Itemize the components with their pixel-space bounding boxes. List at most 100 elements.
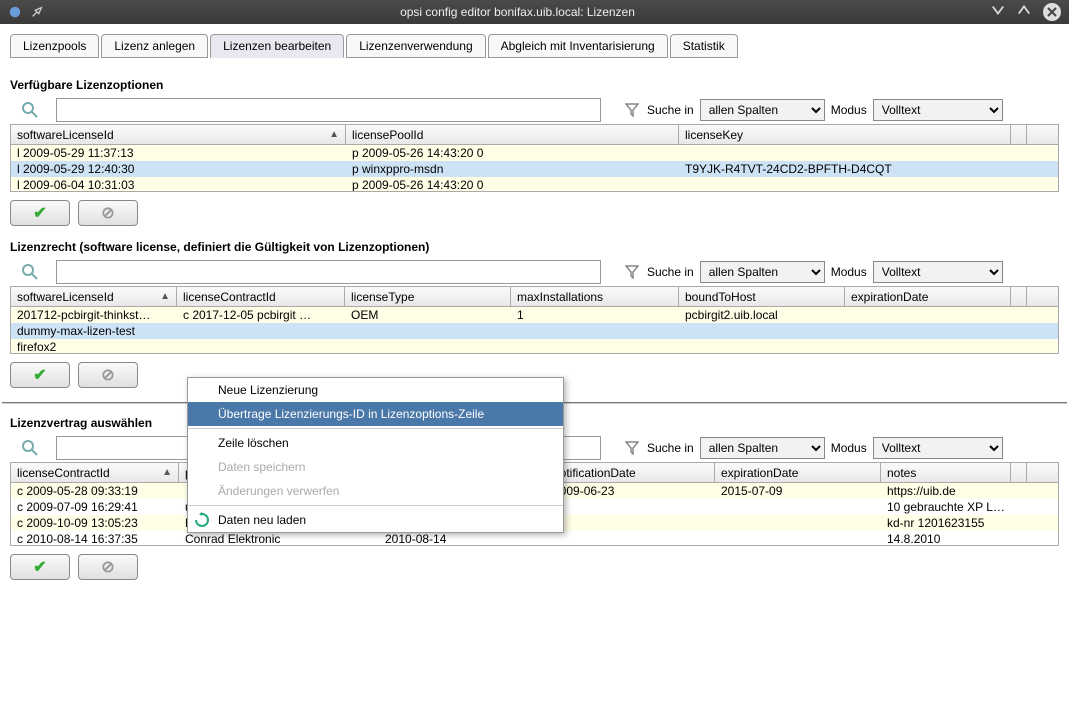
table-row[interactable]: l 2009-05-29 12:40:30p winxppro-msdnT9YJ… <box>11 161 1058 177</box>
cancel-button[interactable]: ⊘ <box>78 554 138 580</box>
check-icon: ✔ <box>33 557 46 577</box>
col-notes[interactable]: notes <box>881 463 1011 482</box>
col-softwareLicenseId[interactable]: softwareLicenseId▲ <box>11 125 346 144</box>
context-menu: Neue Lizenzierung Übertrage Lizenzierungs… <box>187 377 564 533</box>
search-column-select[interactable]: allen Spalten <box>700 437 825 459</box>
confirm-button[interactable]: ✔ <box>10 362 70 388</box>
col-softwareLicenseId[interactable]: softwareLicenseId▲ <box>11 287 177 306</box>
cell: Conrad Elektronic <box>179 531 379 545</box>
tab-statistik[interactable]: Statistik <box>670 34 738 58</box>
cancel-icon: ⊘ <box>101 557 114 577</box>
cell: firefox2 <box>11 339 177 353</box>
cancel-button[interactable]: ⊘ <box>78 362 138 388</box>
pin-icon[interactable] <box>30 5 44 19</box>
tab-lizenzen-bearbeiten[interactable]: Lizenzen bearbeiten <box>210 34 344 58</box>
cancel-icon: ⊘ <box>101 203 114 223</box>
cancel-button[interactable]: ⊘ <box>78 200 138 226</box>
context-menu-label: Daten speichern <box>218 460 305 474</box>
app-icon <box>8 5 22 19</box>
search-in-label: Suche in <box>647 441 694 455</box>
context-menu-label: Daten neu laden <box>218 513 306 527</box>
search-column-select[interactable]: allen Spalten <box>700 261 825 283</box>
filter-input-options[interactable] <box>56 98 601 122</box>
cell: dummy-max-lizen-test <box>11 323 177 339</box>
col-licenseContractId[interactable]: licenseContractId▲ <box>11 463 179 482</box>
cell: c 2010-08-14 16:37:35 <box>11 531 179 545</box>
cell: p 2009-05-26 14:43:20 0 <box>346 177 679 191</box>
license-table: softwareLicenseId▲ licenseContractId lic… <box>10 286 1059 354</box>
funnel-icon[interactable] <box>623 439 641 457</box>
table-row[interactable]: c 2010-08-14 16:37:35Conrad Elektronic20… <box>11 531 1058 545</box>
table-row[interactable]: firefox2 <box>11 339 1058 353</box>
context-menu-item[interactable]: Neue Lizenzierung <box>188 378 563 402</box>
cell <box>715 506 881 508</box>
maximize-icon[interactable] <box>1017 3 1031 17</box>
col-notificationDate[interactable]: notificationDate <box>547 463 715 482</box>
cell: pcbirgit2.uib.local <box>679 307 845 323</box>
search-icon[interactable] <box>10 436 50 460</box>
context-menu-item: Daten speichern <box>188 455 563 479</box>
context-menu-separator <box>188 505 563 506</box>
col-licenseType[interactable]: licenseType <box>345 287 511 306</box>
table-row[interactable]: 201712-pcbirgit-thinkst…c 2017-12-05 pcb… <box>11 307 1058 323</box>
context-menu-label: Übertrage Lizenzierungs-ID in Lizenzopti… <box>218 407 484 421</box>
funnel-icon[interactable] <box>623 263 641 281</box>
cell <box>547 506 715 508</box>
check-icon: ✔ <box>33 203 46 223</box>
check-icon: ✔ <box>33 365 46 385</box>
tab-abgleich-mit-inventarisierung[interactable]: Abgleich mit Inventarisierung <box>488 34 668 58</box>
cell <box>177 346 345 348</box>
col-maxInstallations[interactable]: maxInstallations <box>511 287 679 306</box>
cell: c 2017-12-05 pcbirgit … <box>177 307 345 323</box>
cell: l 2009-06-04 10:31:03 <box>11 177 346 191</box>
filter-input-license[interactable] <box>56 260 601 284</box>
cell: c 2009-10-09 13:05:23 <box>11 515 179 531</box>
cell: c 2009-05-28 09:33:19 <box>11 483 179 499</box>
cell <box>345 346 511 348</box>
search-mode-select[interactable]: Volltext <box>873 261 1003 283</box>
cell: 2015-07-09 <box>715 483 881 499</box>
cell: c 2009-07-09 16:29:41 <box>11 499 179 515</box>
col-expirationDate[interactable]: expirationDate <box>845 287 1011 306</box>
cell <box>845 314 1011 316</box>
mode-label: Modus <box>831 103 867 117</box>
tab-bar: LizenzpoolsLizenz anlegenLizenzen bearbe… <box>10 34 1059 58</box>
context-menu-label: Zeile löschen <box>218 436 289 450</box>
col-boundToHost[interactable]: boundToHost <box>679 287 845 306</box>
search-column-select[interactable]: allen Spalten <box>700 99 825 121</box>
col-licenseKey[interactable]: licenseKey <box>679 125 1011 144</box>
cell: OEM <box>345 307 511 323</box>
context-menu-item[interactable]: Übertrage Lizenzierungs-ID in Lizenzopti… <box>188 402 563 426</box>
search-mode-select[interactable]: Volltext <box>873 99 1003 121</box>
tab-lizenz-anlegen[interactable]: Lizenz anlegen <box>101 34 208 58</box>
search-icon[interactable] <box>10 260 50 284</box>
table-row[interactable]: dummy-max-lizen-test <box>11 323 1058 339</box>
close-icon[interactable] <box>1043 3 1061 21</box>
table-row[interactable]: l 2009-06-04 10:31:03p 2009-05-26 14:43:… <box>11 177 1058 191</box>
cell: p winxppro-msdn <box>346 161 679 177</box>
cell <box>511 330 679 332</box>
confirm-button[interactable]: ✔ <box>10 200 70 226</box>
funnel-icon[interactable] <box>623 101 641 119</box>
cell: 201712-pcbirgit-thinkst… <box>11 307 177 323</box>
tab-lizenzpools[interactable]: Lizenzpools <box>10 34 99 58</box>
search-icon[interactable] <box>10 98 50 122</box>
col-expirationDate[interactable]: expirationDate <box>715 463 881 482</box>
context-menu-item[interactable]: Daten neu laden <box>188 508 563 532</box>
cell: https://uib.de <box>881 483 1011 499</box>
cell: 14.8.2010 <box>881 531 1011 545</box>
search-mode-select[interactable]: Volltext <box>873 437 1003 459</box>
tab-lizenzenverwendung[interactable]: Lizenzenverwendung <box>346 34 485 58</box>
table-row[interactable]: l 2009-05-29 11:37:13p 2009-05-26 14:43:… <box>11 145 1058 161</box>
col-licensePoolId[interactable]: licensePoolId <box>346 125 679 144</box>
options-table: softwareLicenseId▲ licensePoolId license… <box>10 124 1059 192</box>
col-licenseContractId[interactable]: licenseContractId <box>177 287 345 306</box>
context-menu-item[interactable]: Zeile löschen <box>188 431 563 455</box>
cell: l 2009-05-29 11:37:13 <box>11 145 346 161</box>
cell <box>345 330 511 332</box>
confirm-button[interactable]: ✔ <box>10 554 70 580</box>
cell: l 2009-05-29 12:40:30 <box>11 161 346 177</box>
minimize-icon[interactable] <box>991 3 1005 17</box>
cell <box>547 538 715 540</box>
cell <box>177 330 345 332</box>
